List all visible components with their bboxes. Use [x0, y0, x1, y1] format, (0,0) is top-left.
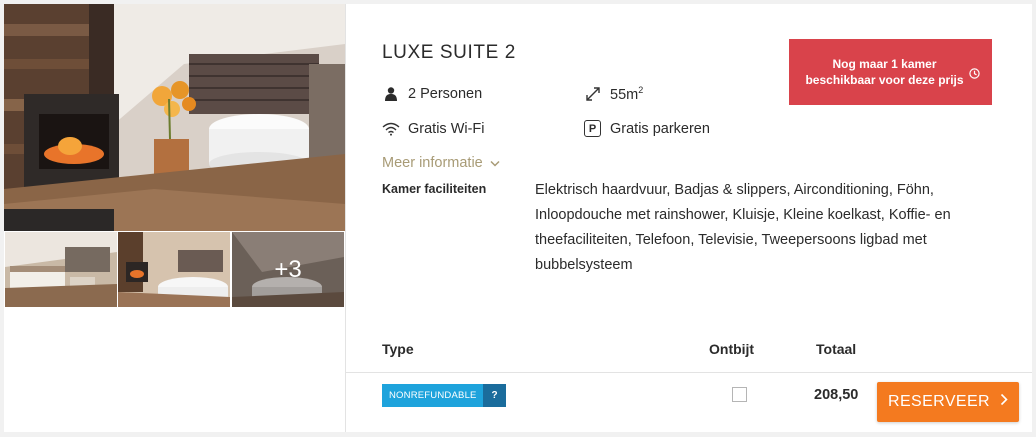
more-info-label: Meer informatie: [382, 155, 483, 171]
gallery-thumbnail[interactable]: [5, 232, 117, 307]
main-room-photo[interactable]: [4, 4, 345, 231]
size-unit-sup: 2: [638, 85, 644, 96]
parking-label: Gratis parkeren: [610, 120, 710, 137]
wifi-feature: Gratis Wi-Fi: [382, 120, 485, 138]
more-info-link[interactable]: Meer informatie: [382, 155, 500, 171]
availability-alert-text: Nog maar 1 kamer beschikbaar voor deze p…: [805, 56, 964, 88]
table-divider: [346, 372, 1032, 373]
rate-info-button[interactable]: ?: [483, 384, 506, 407]
expand-arrows-icon: [584, 85, 602, 103]
persons-label: 2 Personen: [408, 86, 483, 102]
reserve-button[interactable]: RESERVEER: [877, 382, 1019, 422]
chevron-down-icon: [490, 155, 500, 171]
more-photos-count: +3: [274, 255, 302, 283]
size-label: 55m2: [610, 85, 643, 103]
size-value: 55m: [610, 86, 639, 103]
persons-feature: 2 Personen: [382, 85, 482, 103]
column-header-totaal: Totaal: [816, 341, 857, 357]
gallery-thumbnail[interactable]: [118, 232, 230, 307]
parking-feature: P Gratis parkeren: [584, 120, 710, 137]
wifi-label: Gratis Wi-Fi: [408, 121, 485, 137]
availability-alert: Nog maar 1 kamer beschikbaar voor deze p…: [789, 39, 992, 105]
chevron-right-icon: [1000, 393, 1008, 411]
room-card: +3 LUXE SUITE 2 2 Personen Gratis Wi-Fi …: [4, 4, 1032, 432]
size-feature: 55m2: [584, 85, 643, 103]
gallery-thumbnail-more[interactable]: +3: [232, 232, 344, 307]
person-icon: [382, 85, 400, 103]
reserve-label: RESERVEER: [887, 393, 990, 410]
photo-gallery: +3: [4, 4, 345, 432]
room-title: LUXE SUITE 2: [382, 42, 516, 63]
clock-icon: [969, 67, 980, 84]
facilities-text: Elektrisch haardvuur, Badjas & slippers,…: [535, 182, 951, 273]
column-header-ontbijt: Ontbijt: [709, 341, 755, 357]
nonrefundable-badge: NONREFUNDABLE: [382, 384, 484, 407]
breakfast-checkbox[interactable]: [732, 387, 747, 402]
column-header-type: Type: [382, 341, 414, 357]
wifi-icon: [382, 120, 400, 138]
facilities-label: Kamer faciliteiten: [382, 182, 487, 196]
total-price: 208,50: [814, 387, 859, 403]
parking-icon: P: [584, 120, 601, 137]
vertical-divider: [345, 4, 346, 432]
